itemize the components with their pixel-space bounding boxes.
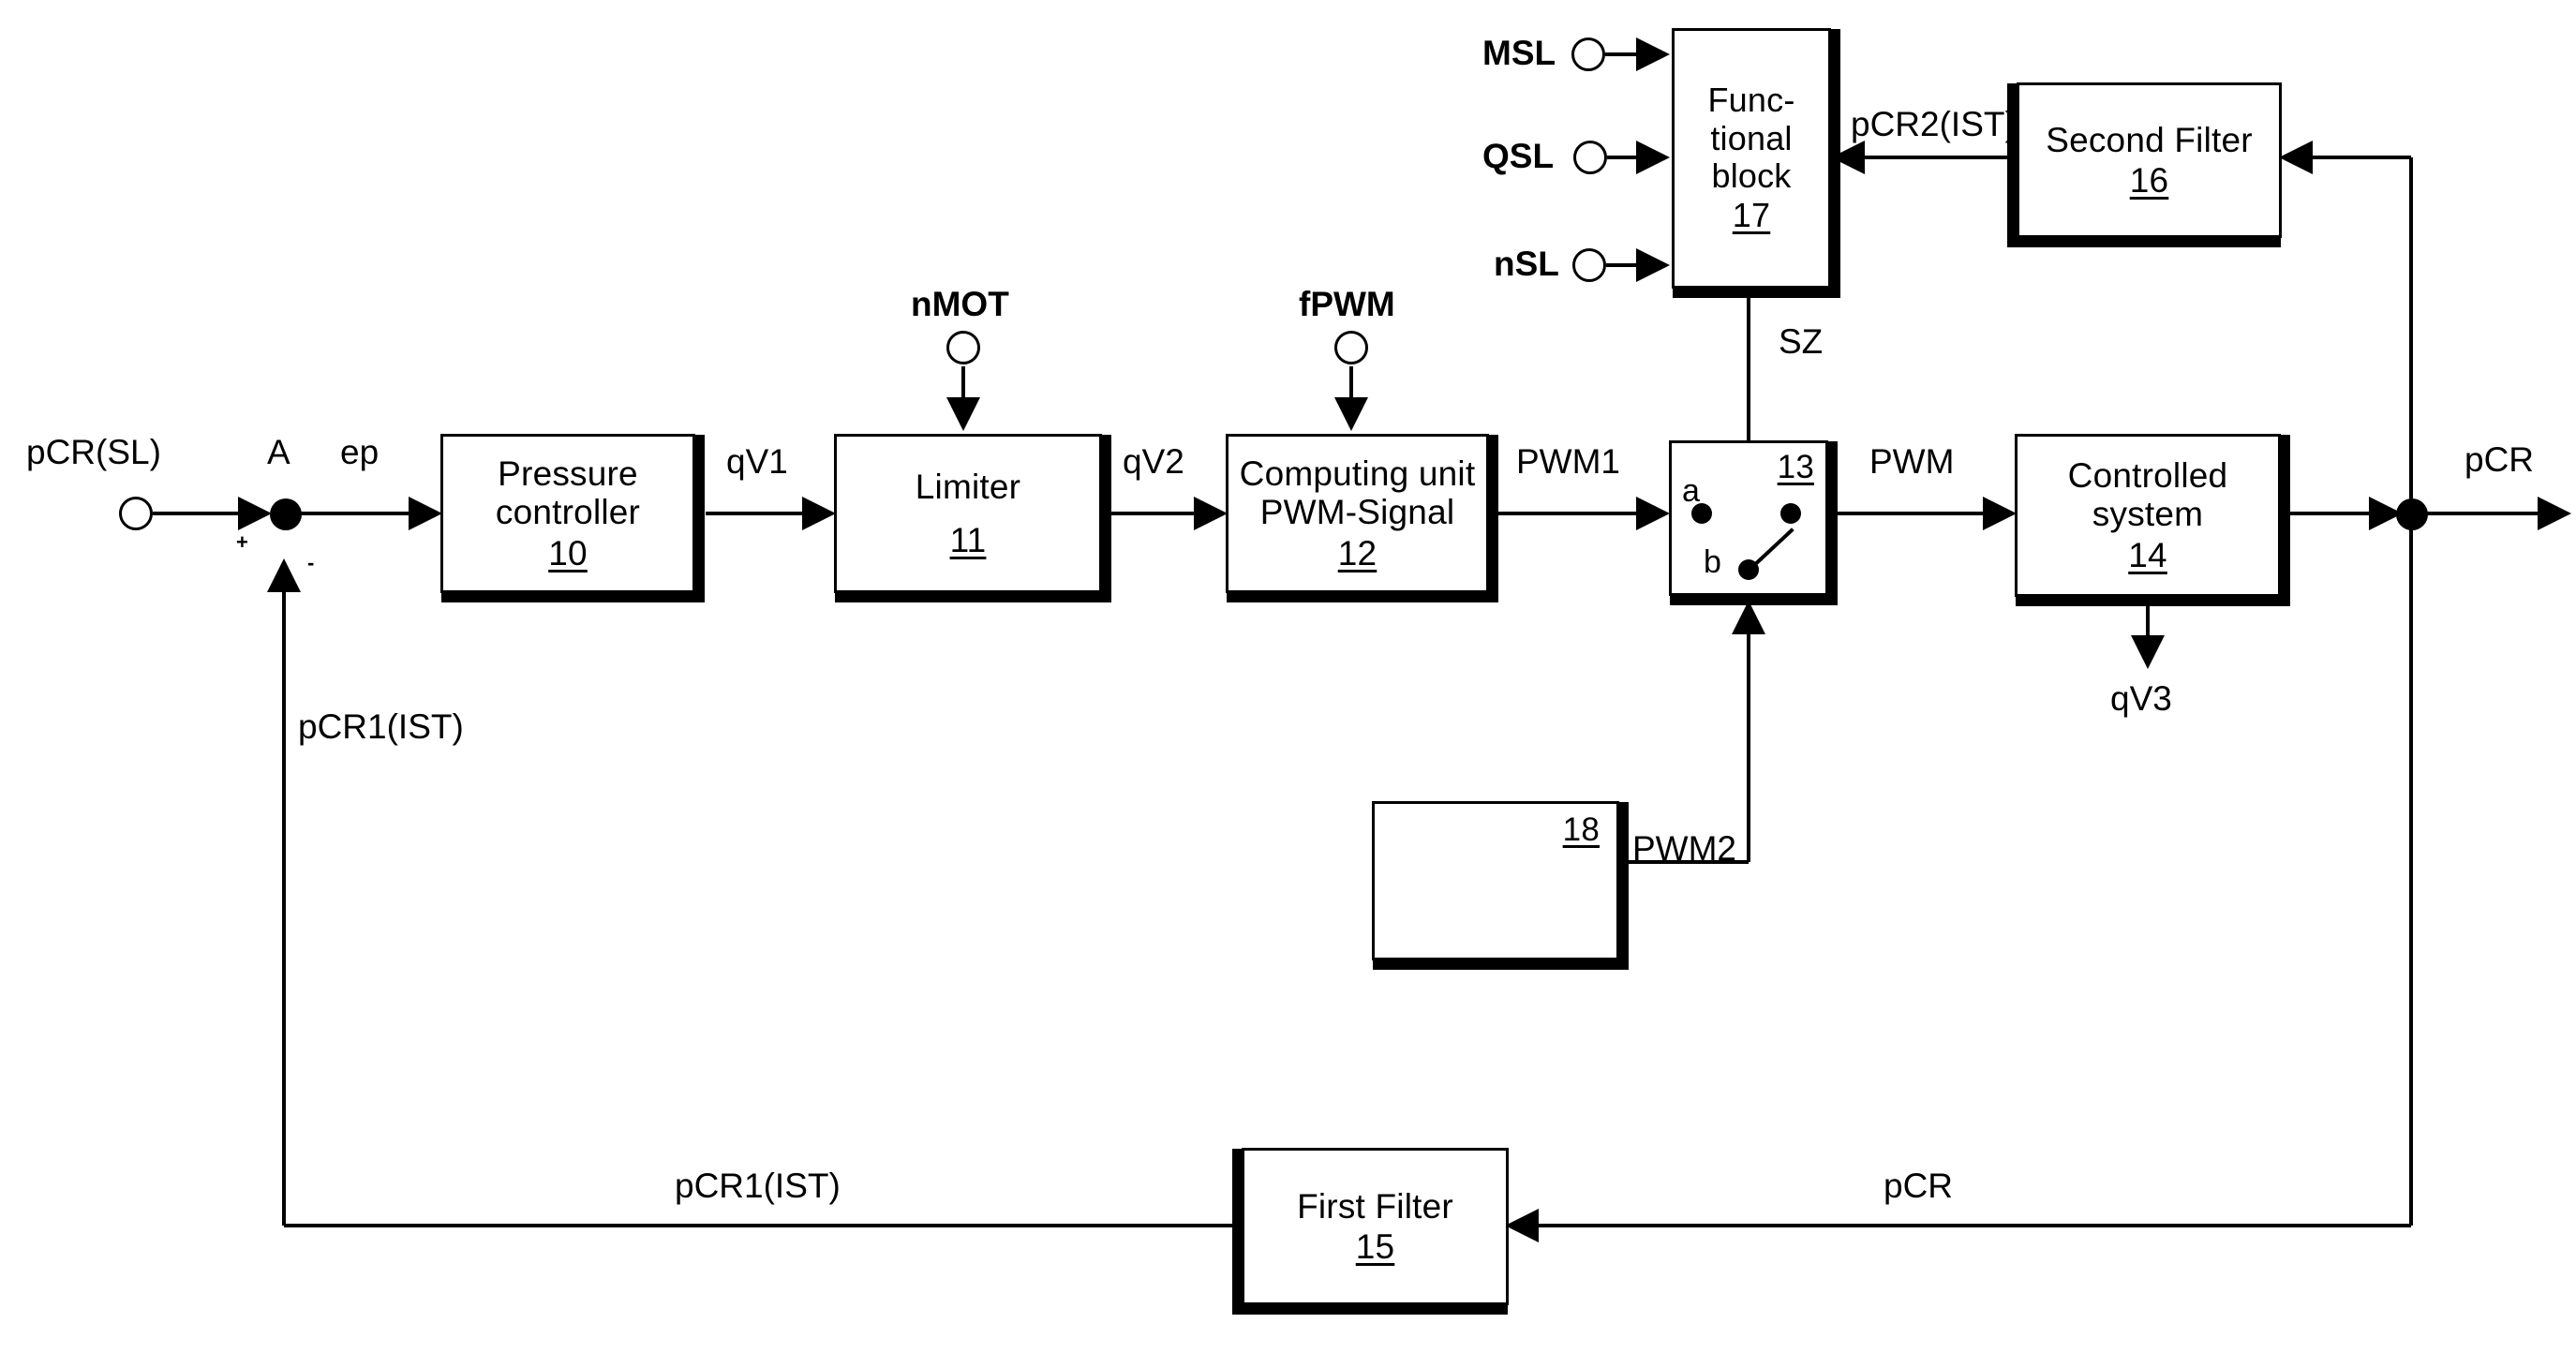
label-fpwm: fPWM	[1299, 285, 1395, 323]
block-number: 16	[2129, 161, 2169, 200]
label-qsl: QSL	[1482, 137, 1555, 175]
label-pcr2-ist: pCR2(IST)	[1851, 105, 2017, 143]
block-second-filter[interactable]: Second Filter 16	[2017, 82, 2282, 238]
block-functional-block[interactable]: Func- tional block 17	[1672, 28, 1831, 289]
block-title: Pressure controller	[495, 453, 641, 532]
label-pwm: PWM	[1869, 442, 1955, 481]
switch-terminal-b-node[interactable]	[1738, 559, 1759, 580]
block-number: 15	[1355, 1227, 1395, 1266]
switch-terminal-b-label: b	[1704, 544, 1721, 580]
block-number: 10	[548, 533, 588, 572]
label-pcr1-ist-bottom: pCR1(IST)	[675, 1167, 841, 1205]
label-qv1: qV1	[726, 442, 788, 481]
block-title: Limiter	[915, 467, 1021, 506]
label-qv3: qV3	[2110, 679, 2172, 718]
switch-output-node[interactable]	[1780, 503, 1801, 524]
label-ep: ep	[340, 433, 380, 471]
block-first-filter[interactable]: First Filter 15	[1242, 1148, 1509, 1305]
terminal-pcr-sl[interactable]	[119, 497, 153, 530]
label-sz: SZ	[1779, 322, 1824, 361]
label-pcr1-ist-upper: pCR1(IST)	[298, 707, 464, 746]
label-pwm2: PWM2	[1632, 829, 1736, 868]
terminal-nmot[interactable]	[946, 331, 980, 364]
label-msl: MSL	[1482, 34, 1556, 72]
block-computing-unit[interactable]: Computing unit PWM-Signal 12	[1226, 434, 1489, 593]
terminal-fpwm[interactable]	[1334, 331, 1368, 364]
label-nmot: nMOT	[911, 285, 1009, 323]
label-nsl: nSL	[1494, 245, 1559, 283]
label-qv2: qV2	[1123, 442, 1184, 481]
diagram-canvas: Pressure controller 10 Limiter 11 Comput…	[0, 0, 2576, 1353]
block-controlled-system[interactable]: Controlled system 14	[2015, 434, 2281, 597]
pcr-output-node[interactable]	[2396, 498, 2428, 530]
terminal-qsl[interactable]	[1573, 141, 1607, 174]
block-limiter[interactable]: Limiter 11	[834, 434, 1102, 593]
block-number: 11	[949, 521, 987, 559]
label-pcr-right: pCR	[2464, 440, 2535, 479]
block-title: First Filter	[1297, 1186, 1453, 1226]
label-pwm1: PWM1	[1516, 442, 1620, 481]
block-number: 14	[2128, 535, 2167, 574]
terminal-msl[interactable]	[1571, 37, 1605, 71]
block-number: 13	[1777, 449, 1814, 485]
label-summing-junction: A	[267, 433, 290, 471]
block-title: Second Filter	[2046, 120, 2253, 159]
block-number: 18	[1562, 811, 1600, 848]
label-pcr-sl: pCR(SL)	[26, 433, 161, 471]
terminal-nsl[interactable]	[1572, 248, 1606, 282]
block-number: 17	[1732, 196, 1771, 235]
block-pwm2-source[interactable]: 18	[1372, 801, 1619, 960]
block-number: 12	[1337, 533, 1377, 572]
block-title: Controlled system	[2067, 455, 2228, 534]
block-title: Computing unit PWM-Signal	[1239, 453, 1476, 532]
label-pcr-bottom: pCR	[1884, 1167, 1954, 1205]
label-plus-sign: +	[236, 530, 248, 554]
summing-junction-node[interactable]	[270, 498, 302, 530]
switch-terminal-a-node[interactable]	[1691, 503, 1712, 524]
block-pressure-controller[interactable]: Pressure controller 10	[440, 434, 695, 593]
block-title: Func- tional block	[1707, 81, 1795, 195]
label-minus-sign: -	[307, 551, 315, 574]
